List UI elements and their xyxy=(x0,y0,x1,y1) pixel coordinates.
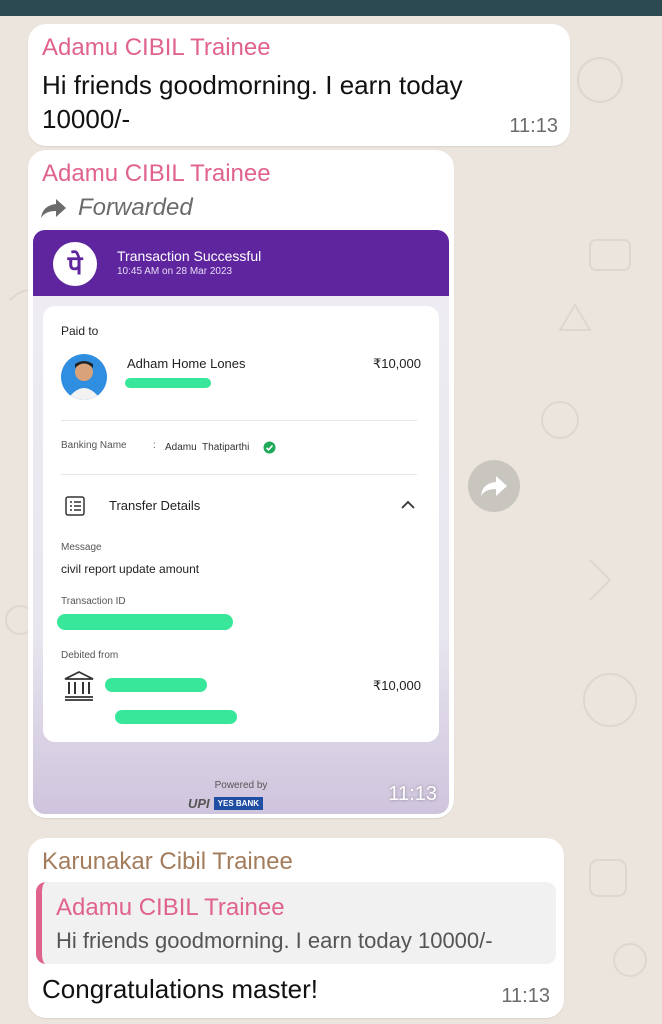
transfer-details-label[interactable]: Transfer Details xyxy=(109,498,200,513)
upi-yes-bank-logo: UPI YES BANK xyxy=(188,796,264,811)
receipt-header: पे Transaction Successful 10:45 AM on 28… xyxy=(33,230,449,296)
list-icon xyxy=(65,496,85,516)
message-text: Hi friends goodmorning. I earn today 100… xyxy=(42,70,463,134)
receipt-card: Paid to Adham Home Lones ₹10,000 Banking… xyxy=(43,306,439,742)
redaction-mark xyxy=(115,710,237,724)
avatar xyxy=(61,354,107,400)
message-bubble-3[interactable]: Karunakar Cibil Trainee Adamu CIBIL Trai… xyxy=(28,838,564,1018)
quoted-sender: Adamu CIBIL Trainee xyxy=(56,894,285,921)
message-value: civil report update amount xyxy=(61,562,200,576)
share-button[interactable] xyxy=(468,460,520,512)
redaction-mark xyxy=(105,678,207,692)
forwarded-label: Forwarded xyxy=(78,194,193,221)
payee-name: Adham Home Lones xyxy=(127,356,246,371)
banking-name-value: Adamu Thatiparthi xyxy=(165,442,250,453)
sender-name[interactable]: Adamu CIBIL Trainee xyxy=(42,160,271,188)
banking-name-label: Banking Name xyxy=(61,440,127,451)
redaction-mark xyxy=(125,378,211,388)
powered-by-label: Powered by xyxy=(214,780,268,791)
message-time: 11:13 xyxy=(388,783,437,805)
message-bubble-2[interactable]: Adamu CIBIL Trainee Forwarded पे Transac… xyxy=(28,150,454,818)
transaction-id-label: Transaction ID xyxy=(61,596,126,607)
paid-amount: ₹10,000 xyxy=(372,356,421,371)
debited-amount: ₹10,000 xyxy=(372,678,421,693)
chevron-up-icon[interactable] xyxy=(401,500,415,510)
phonepe-logo: पे xyxy=(53,242,97,286)
message-text: Congratulations master! xyxy=(42,974,319,1004)
divider xyxy=(61,474,417,475)
yes-bank-logo-text: YES BANK xyxy=(213,797,264,810)
upi-logo-text: UPI xyxy=(188,796,210,811)
banking-name-separator: : xyxy=(153,440,156,451)
quoted-text: Hi friends goodmorning. I earn today 100… xyxy=(56,928,493,953)
top-bar xyxy=(0,0,662,16)
paid-to-label: Paid to xyxy=(61,324,99,338)
status-time: 10:45 AM on 28 Mar 2023 xyxy=(117,266,233,277)
payment-receipt-image[interactable]: पे Transaction Successful 10:45 AM on 28… xyxy=(33,230,449,814)
redaction-mark xyxy=(57,614,233,630)
quoted-message[interactable]: Adamu CIBIL Trainee Hi friends goodmorni… xyxy=(36,882,556,964)
forwarded-indicator: Forwarded xyxy=(40,194,193,222)
status-title: Transaction Successful xyxy=(117,248,262,264)
forward-arrow-icon xyxy=(41,199,66,218)
message-time: 11:13 xyxy=(501,985,550,1007)
message-label: Message xyxy=(61,542,102,553)
share-icon xyxy=(481,476,507,496)
bank-icon xyxy=(64,670,94,701)
message-time: 11:13 xyxy=(509,115,558,137)
debited-from-label: Debited from xyxy=(61,650,119,661)
sender-name[interactable]: Karunakar Cibil Trainee xyxy=(42,848,293,876)
verified-check-icon xyxy=(263,441,276,454)
divider xyxy=(61,420,417,421)
message-bubble-1[interactable]: Adamu CIBIL Trainee Hi friends goodmorni… xyxy=(28,24,570,146)
sender-name[interactable]: Adamu CIBIL Trainee xyxy=(42,34,271,62)
